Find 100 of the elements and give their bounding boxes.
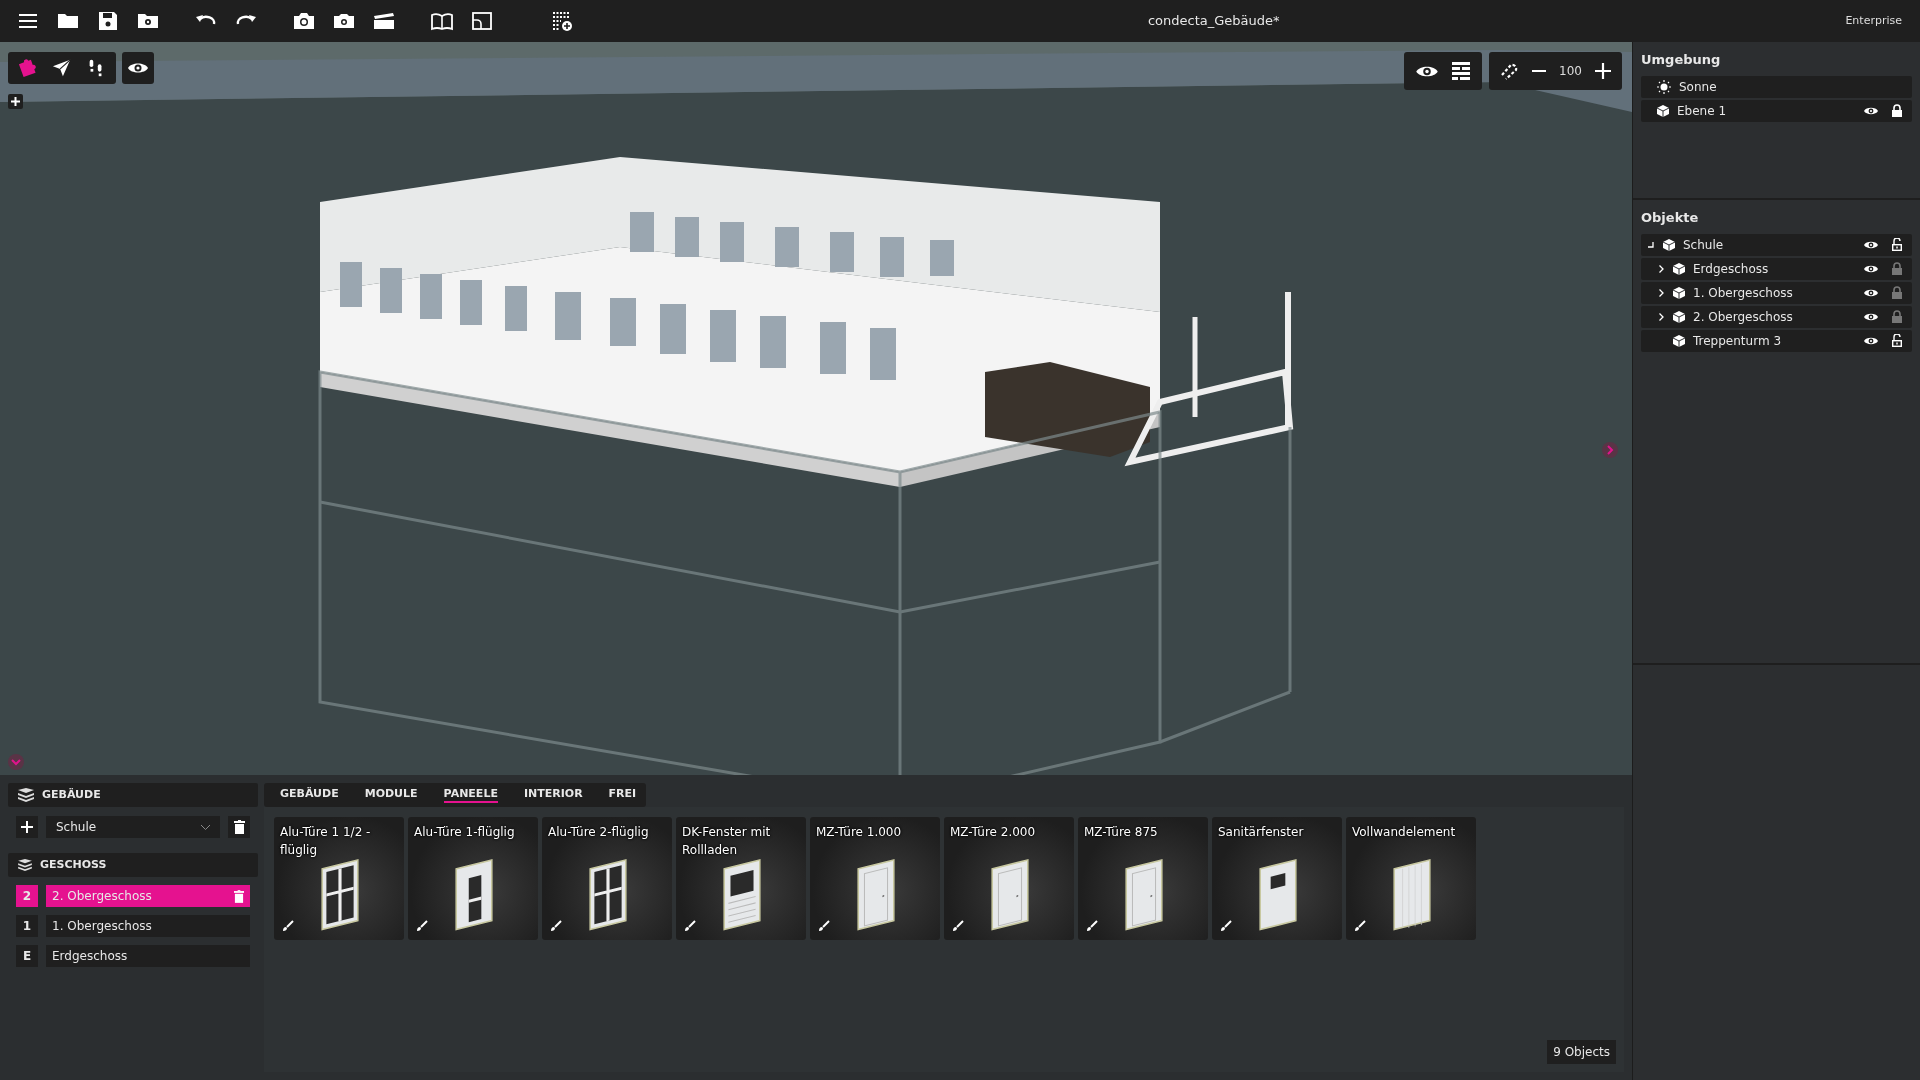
catalog-item[interactable]: MZ-Türe 2.000 <box>944 817 1074 940</box>
save-icon <box>97 10 119 32</box>
unlock-icon[interactable] <box>1892 334 1902 347</box>
add-building-button[interactable] <box>16 816 38 838</box>
row-label: Sonne <box>1679 78 1718 96</box>
object-row[interactable]: Schule <box>1641 233 1912 256</box>
item-label: Sanitärfenster <box>1218 824 1305 841</box>
catalog-item[interactable]: Sanitärfenster <box>1212 817 1342 940</box>
brush-icon[interactable] <box>684 920 696 932</box>
item-label: MZ-Türe 1.000 <box>816 824 903 841</box>
camera-icon <box>293 10 315 32</box>
zoom-in-button[interactable] <box>1594 62 1612 80</box>
grid-settings-icon[interactable] <box>1452 62 1471 80</box>
item-label: DK-Fenster mit Rollladen <box>682 824 772 859</box>
catalog-item[interactable]: Alu-Türe 2-flüglig <box>542 817 672 940</box>
brush-icon[interactable] <box>1220 920 1232 932</box>
cube-icon <box>1673 286 1685 299</box>
environment-row[interactable]: Sonne <box>1641 75 1912 98</box>
cube-icon <box>1673 262 1685 275</box>
add-button[interactable] <box>8 94 23 109</box>
row-label: Erdgeschoss <box>1693 260 1770 278</box>
chevron-right-icon[interactable] <box>1658 264 1664 273</box>
object-row[interactable]: 1. Obergeschoss <box>1641 281 1912 304</box>
cube-icon <box>1673 310 1685 323</box>
brush-icon[interactable] <box>818 920 830 932</box>
object-count: 9 Objects <box>1547 1040 1616 1064</box>
environment-row[interactable]: Ebene 1 <box>1641 99 1912 122</box>
stack-icon <box>18 859 32 871</box>
3d-viewport[interactable]: 100 <box>0 42 1632 775</box>
floor-item[interactable]: 1. Obergeschoss <box>46 915 250 937</box>
eye-icon[interactable] <box>1864 287 1878 298</box>
building-dropdown[interactable]: Schule <box>46 816 220 838</box>
open-book-icon <box>431 10 453 32</box>
eye-icon[interactable] <box>1864 105 1878 116</box>
row-label: Schule <box>1683 236 1725 254</box>
eye-icon <box>128 61 148 75</box>
list-add-icon <box>551 10 573 32</box>
row-label: Ebene 1 <box>1677 102 1728 120</box>
cube-icon <box>1663 238 1675 251</box>
eye-icon[interactable] <box>1864 239 1878 250</box>
catalog-tab[interactable]: INTERIOR <box>511 783 595 807</box>
object-row[interactable]: Treppenturm 3 <box>1641 329 1912 352</box>
brush-icon[interactable] <box>282 920 294 932</box>
panel-title: GEBÄUDE <box>42 786 101 803</box>
brush-icon[interactable] <box>416 920 428 932</box>
floor-badge: 2 <box>16 885 38 907</box>
catalog-item[interactable]: Vollwandelement <box>1346 817 1476 940</box>
plus-icon <box>11 97 20 106</box>
item-label: Alu-Türe 1 1/2 -flüglig <box>280 824 372 859</box>
clapperboard-icon <box>373 10 395 32</box>
brush-icon[interactable] <box>1354 920 1366 932</box>
eye-icon[interactable] <box>1864 311 1878 322</box>
floor-badge: E <box>16 945 38 967</box>
item-label: MZ-Türe 875 <box>1084 824 1159 841</box>
delete-building-button[interactable] <box>228 816 250 838</box>
object-row[interactable]: 2. Obergeschoss <box>1641 305 1912 328</box>
zoom-value: 100 <box>1559 63 1582 80</box>
catalog-item[interactable]: MZ-Türe 1.000 <box>810 817 940 940</box>
catalog-item[interactable]: Alu-Türe 1 1/2 -flüglig <box>274 817 404 940</box>
collapse-icon[interactable] <box>1648 241 1654 248</box>
trash-icon[interactable] <box>234 889 244 903</box>
item-label: Vollwandelement <box>1352 824 1457 841</box>
window-title: condecta_Gebäude* <box>1147 12 1280 31</box>
section-title: Umgebung <box>1641 51 1722 69</box>
item-label: MZ-Türe 2.000 <box>950 824 1037 841</box>
catalog-item[interactable]: MZ-Türe 875 <box>1078 817 1208 940</box>
lock-icon[interactable] <box>1892 104 1902 117</box>
brush-icon[interactable] <box>550 920 562 932</box>
visibility-button[interactable] <box>122 52 154 84</box>
minus-icon <box>1532 70 1547 72</box>
chevron-right-icon[interactable] <box>1658 288 1664 297</box>
row-label: 1. Obergeschoss <box>1693 284 1794 302</box>
catalog-tab[interactable]: GEBÄUDE <box>268 783 351 807</box>
chevron-down-icon <box>201 824 210 830</box>
eye-icon[interactable] <box>1864 263 1878 274</box>
section-title: Objekte <box>1641 209 1700 227</box>
cube-icon <box>1673 334 1685 347</box>
plus-icon <box>1595 63 1611 79</box>
unlock-icon[interactable] <box>1892 238 1902 251</box>
floor-item[interactable]: Erdgeschoss <box>46 945 250 967</box>
chevron-right-icon[interactable] <box>1658 312 1664 321</box>
catalog-tab[interactable]: MODULE <box>352 783 430 807</box>
stack-icon <box>18 788 34 802</box>
floor-badge: 1 <box>16 915 38 937</box>
panel-title: GESCHOSS <box>40 856 107 873</box>
catalog-item[interactable]: DK-Fenster mit Rollladen <box>676 817 806 940</box>
brush-icon[interactable] <box>1086 920 1098 932</box>
item-label: Alu-Türe 1-flüglig <box>414 824 516 841</box>
object-row[interactable]: Erdgeschoss <box>1641 257 1912 280</box>
floor-plan-icon <box>471 10 493 32</box>
brush-icon[interactable] <box>952 920 964 932</box>
trash-icon <box>233 820 245 834</box>
paper-plane-icon <box>52 58 72 78</box>
cube-icon <box>1657 104 1669 117</box>
sun-icon <box>1657 79 1671 94</box>
catalog-tab[interactable]: PANEELE <box>431 783 510 807</box>
catalog-item[interactable]: Alu-Türe 1-flüglig <box>408 817 538 940</box>
floor-item[interactable]: 2. Obergeschoss <box>46 885 250 907</box>
eye-icon[interactable] <box>1864 335 1878 346</box>
catalog-tab[interactable]: FREI <box>596 783 649 807</box>
